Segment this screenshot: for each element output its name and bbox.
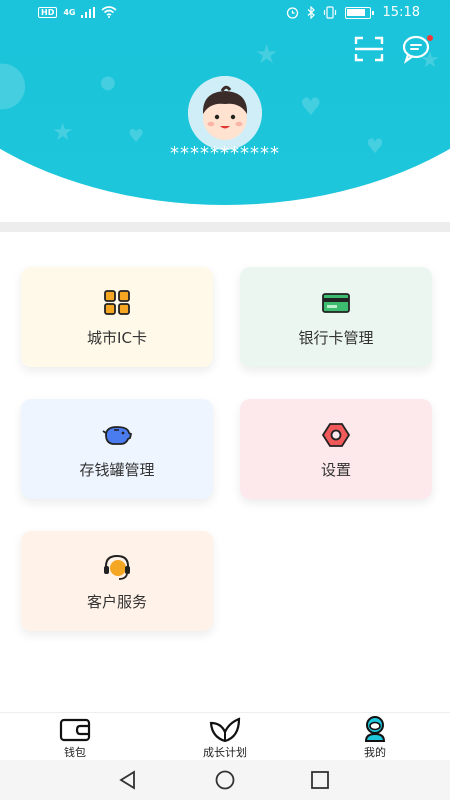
status-time: 15:18 xyxy=(382,5,420,20)
nav-wallet[interactable]: 钱包 xyxy=(25,715,125,760)
settings-button[interactable]: 设置 xyxy=(240,399,432,499)
recent-apps-icon[interactable] xyxy=(311,771,329,789)
bank-card-management-button[interactable]: 银行卡管理 xyxy=(240,267,432,367)
avatar[interactable] xyxy=(188,76,262,150)
battery-icon xyxy=(344,6,374,19)
status-bar: HD 4G 15:18 xyxy=(0,0,450,28)
network-type: 4G xyxy=(63,7,76,17)
section-divider xyxy=(0,222,450,232)
scan-icon[interactable] xyxy=(354,36,384,62)
home-icon[interactable] xyxy=(214,770,236,790)
nav-label: 成长计划 xyxy=(203,746,247,759)
customer-service-button[interactable]: 客户服务 xyxy=(21,531,213,631)
nav-growth-plan[interactable]: 成长计划 xyxy=(175,715,275,760)
vibrate-icon xyxy=(323,6,336,19)
username: *********** xyxy=(170,143,280,164)
hd-badge: HD xyxy=(38,6,58,18)
message-icon[interactable] xyxy=(402,34,434,64)
system-navigation-bar xyxy=(0,760,450,800)
profile-icon xyxy=(364,716,386,742)
nav-label: 钱包 xyxy=(64,746,86,759)
piggy-bank-management-button[interactable]: 存钱罐管理 xyxy=(21,399,213,499)
decor-star-icon: ★ xyxy=(255,40,279,70)
wifi-icon xyxy=(101,6,118,18)
bank-card-icon xyxy=(322,293,350,313)
decor-heart-icon: ♥ xyxy=(300,93,322,121)
card-label: 存钱罐管理 xyxy=(79,461,155,479)
bottom-navigation: 钱包 成长计划 我的 xyxy=(0,712,450,760)
back-icon[interactable] xyxy=(118,770,138,790)
city-ic-card-button[interactable]: 城市IC卡 xyxy=(21,267,213,367)
decor-star-icon: ★ xyxy=(52,118,74,146)
leaf-icon xyxy=(209,717,241,743)
settings-icon xyxy=(321,423,351,447)
bluetooth-icon xyxy=(307,6,315,19)
avatar-boy-icon xyxy=(188,76,262,150)
wallet-icon xyxy=(59,718,91,742)
decor-dot-icon: ● xyxy=(100,72,116,93)
card-label: 设置 xyxy=(320,461,351,479)
signal-icon xyxy=(81,6,96,18)
decor-circle-icon: ● xyxy=(0,47,29,117)
nav-mine[interactable]: 我的 xyxy=(325,715,425,760)
profile-header: ★ ★ ★ ♥ ♥ ♥ ● ● HD 4G 15:18 *********** xyxy=(0,0,450,215)
headset-icon xyxy=(104,554,130,580)
card-label: 银行卡管理 xyxy=(298,329,374,347)
card-label: 客户服务 xyxy=(86,593,147,611)
unread-dot xyxy=(427,35,433,41)
nav-label: 我的 xyxy=(364,746,386,759)
card-label: 城市IC卡 xyxy=(87,329,147,347)
grid-card-icon xyxy=(104,290,130,315)
piggy-bank-icon xyxy=(102,426,133,445)
alarm-icon xyxy=(286,7,298,19)
